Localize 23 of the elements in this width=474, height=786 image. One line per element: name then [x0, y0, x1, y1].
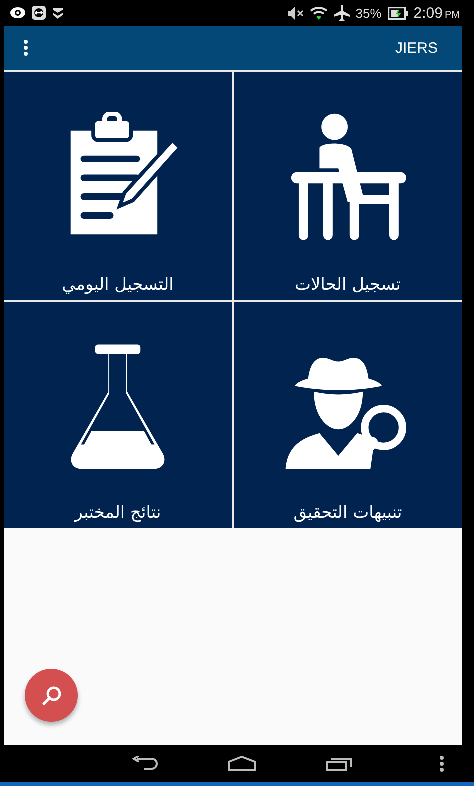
more-icon[interactable] [440, 756, 444, 772]
menu-tile[interactable]: نتائج المختبر [4, 302, 232, 528]
search-button[interactable] [25, 669, 78, 722]
menu-tile[interactable]: تسجيل الحالات [234, 72, 462, 300]
tile-label: التسجيل اليومي [62, 274, 174, 296]
app-title: JIERS [395, 40, 438, 56]
overflow-menu-icon[interactable] [22, 38, 30, 58]
airplane-icon [334, 5, 350, 21]
mute-icon [288, 6, 304, 20]
menu-tile[interactable]: تنبيهات التحقيق [234, 302, 462, 528]
back-icon[interactable] [132, 756, 158, 772]
tile-label: تسجيل الحالات [294, 274, 402, 296]
home-icon[interactable] [228, 756, 256, 771]
wifi-icon [310, 6, 328, 20]
tile-label: تنبيهات التحقيق [294, 502, 402, 524]
search-icon [40, 684, 62, 706]
battery-icon [388, 6, 408, 20]
menu-tile[interactable]: التسجيل اليومي [4, 72, 232, 300]
recent-apps-icon[interactable] [326, 756, 352, 770]
clock: 2:09 PM [414, 4, 460, 22]
battery-percent: 35% [356, 6, 382, 20]
eye-icon [10, 7, 26, 19]
tile-label: نتائج المختبر [74, 502, 162, 524]
